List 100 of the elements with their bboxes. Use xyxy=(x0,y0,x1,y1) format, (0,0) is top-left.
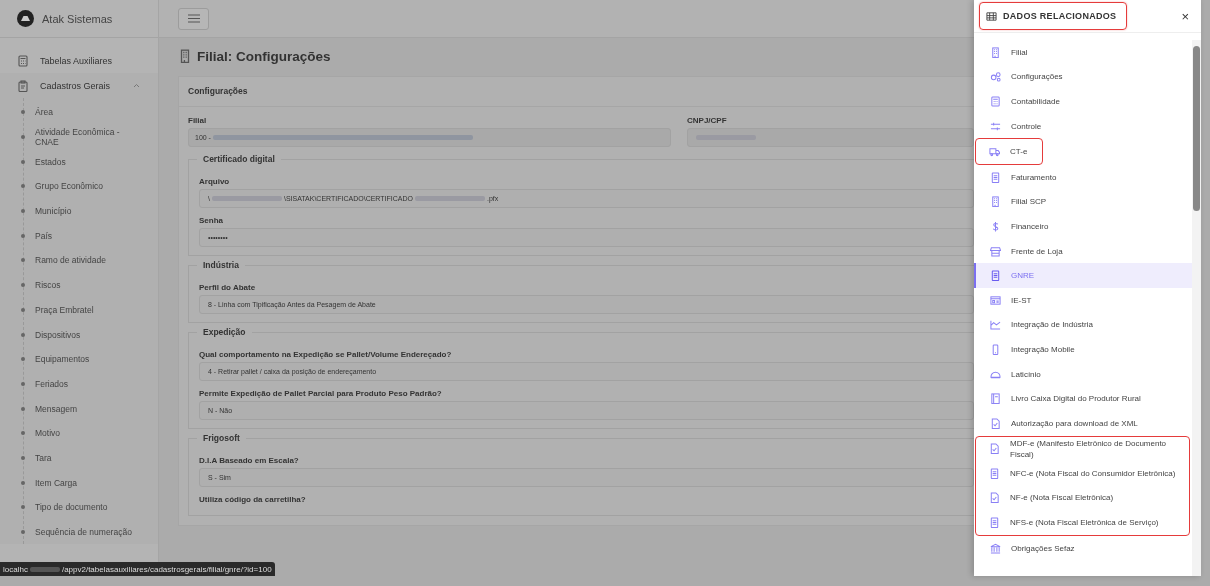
related-item[interactable]: Contabilidade xyxy=(974,89,1192,114)
sidebar-subitem[interactable]: Riscos xyxy=(35,280,135,291)
sidebar-subitem[interactable]: País xyxy=(35,230,135,241)
chart-icon xyxy=(990,319,1001,331)
building-icon xyxy=(178,49,192,63)
sidebar-subitem[interactable]: Dispositivos xyxy=(35,329,135,340)
section-title: Expedição xyxy=(197,327,252,337)
store-icon xyxy=(990,245,1001,257)
related-item[interactable]: Controle xyxy=(974,113,1192,139)
bullet-icon xyxy=(21,110,25,115)
field-label: Permite Expedição de Pallet Parcial para Produto Peso Padrão? xyxy=(199,389,442,398)
related-item[interactable]: Frente de Loja xyxy=(974,238,1192,264)
sidebar-subitem[interactable]: Feriados xyxy=(35,378,135,389)
calculator-icon xyxy=(17,54,29,67)
logo-icon xyxy=(17,10,34,27)
truck-icon xyxy=(989,146,1000,158)
related-item[interactable]: Filial xyxy=(974,40,1192,65)
bullet-icon xyxy=(21,357,25,362)
input-field[interactable] xyxy=(687,128,974,147)
sliders-icon xyxy=(990,120,1001,132)
sidebar-subitem[interactable]: Tipo de documento xyxy=(35,502,135,513)
related-item[interactable]: Integração Mobile xyxy=(974,337,1192,362)
sidebar-subitem[interactable]: Área xyxy=(35,107,135,118)
sidebar-subitem[interactable]: Praça Embratel xyxy=(35,304,135,315)
calculator-icon xyxy=(990,96,1001,107)
document-icon xyxy=(989,517,1000,529)
card-icon xyxy=(990,294,1001,306)
sidebar-subitem[interactable]: Ramo de atividade xyxy=(35,255,135,266)
redacted-text xyxy=(29,566,60,572)
related-item[interactable]: CT-e xyxy=(976,139,1042,164)
bank-icon xyxy=(990,542,1001,554)
related-item[interactable]: Filial SCP xyxy=(974,189,1192,215)
sidebar-subitem[interactable]: Grupo Econômico xyxy=(35,181,135,192)
bullet-icon xyxy=(21,233,25,238)
bullet-icon xyxy=(21,258,25,263)
related-item[interactable]: GNRE xyxy=(974,263,1192,288)
bullet-icon xyxy=(21,431,25,436)
dollar-icon xyxy=(990,220,1001,232)
document-icon xyxy=(990,171,1001,183)
field-label: Perfil do Abate xyxy=(199,283,256,292)
field-label: Senha xyxy=(199,216,223,225)
sidebar-subitem[interactable]: Mensagem xyxy=(35,403,135,414)
related-item[interactable]: Livro Caixa Digital do Produtor Rural xyxy=(974,386,1192,411)
related-item[interactable]: MDF-e (Manifesto Eletrônico de Documento Fiscal) xyxy=(976,436,1189,462)
page-title: Filial: Configurações xyxy=(197,48,331,64)
bullet-icon xyxy=(21,530,25,535)
sidebar-subitem[interactable]: Tara xyxy=(35,452,135,463)
bullet-icon xyxy=(21,480,25,485)
field-label: Qual comportamento na Expedição se Pallet/Volume Endereçado? xyxy=(199,350,452,359)
document-icon xyxy=(989,467,1000,479)
sidebar-subitem[interactable]: Sequência de numeração xyxy=(35,527,135,538)
sidebar-subitem[interactable]: Item Carga xyxy=(35,477,135,488)
phone-icon xyxy=(990,343,1001,355)
sidebar-subitem[interactable]: Atividade Econômica - CNAE xyxy=(35,127,135,148)
file-icon xyxy=(989,492,1000,504)
related-item[interactable]: Faturamento xyxy=(974,164,1192,190)
gears-icon xyxy=(990,71,1001,83)
bullet-icon xyxy=(21,307,25,312)
field-label: Arquivo xyxy=(199,177,230,186)
sidebar-subitem[interactable]: Estados xyxy=(35,156,135,167)
field-value: /appv2/tabelasauxiliares/cadastrosgerais/filial/gnre/?id=100 xyxy=(61,564,272,574)
close-button[interactable]: × xyxy=(1177,8,1193,24)
bullet-icon xyxy=(21,406,25,411)
related-item[interactable]: Integração de Indústria xyxy=(974,312,1192,338)
related-item[interactable]: Configurações xyxy=(974,64,1192,90)
sidebar-item[interactable]: Tabelas Auxiliares xyxy=(0,48,158,73)
bullet-icon xyxy=(21,283,25,288)
sidebar-item[interactable]: Cadastros Gerais xyxy=(0,73,158,98)
related-item[interactable]: Obrigações Sefaz xyxy=(974,535,1192,561)
field-label: Utiliza código da carretilha? xyxy=(199,495,306,504)
bullet-icon xyxy=(21,159,25,164)
related-item[interactable]: NFS-e (Nota Fiscal Eletrônica de Serviço) xyxy=(976,510,1189,535)
related-item[interactable]: NFC-e (Nota Fiscal do Consumidor Eletrônica) xyxy=(976,461,1189,486)
related-item[interactable]: Autorização para download de XML xyxy=(974,410,1192,436)
file-icon xyxy=(990,417,1001,429)
panel-title: DADOS RELACIONADOS xyxy=(979,2,1128,30)
bullet-icon xyxy=(21,209,25,214)
bullet-icon xyxy=(21,505,25,510)
table-icon xyxy=(986,10,997,22)
field-label: CNPJ/CPF xyxy=(687,116,727,125)
scrollbar-thumb[interactable] xyxy=(1193,46,1200,211)
related-item[interactable]: IE-ST xyxy=(974,287,1192,313)
sidebar-subitem[interactable]: Equipamentos xyxy=(35,354,135,365)
book-icon xyxy=(990,393,1001,405)
related-item[interactable]: Laticínio xyxy=(974,361,1192,387)
menu-button[interactable] xyxy=(178,7,209,30)
bullet-icon xyxy=(21,332,25,337)
document-icon xyxy=(990,270,1001,282)
bullet-icon xyxy=(21,455,25,460)
related-item[interactable]: Financeiro xyxy=(974,214,1192,239)
section-title: Frigosoft xyxy=(197,433,246,443)
sidebar-subitem[interactable]: Município xyxy=(35,206,135,217)
bullet-icon xyxy=(21,135,25,140)
file-icon xyxy=(989,443,1000,455)
field-label: Filial xyxy=(188,116,207,125)
related-item[interactable]: NF-e (Nota Fiscal Eletrônica) xyxy=(976,485,1189,511)
field-label: D.I.A Baseado em Escala? xyxy=(199,456,299,465)
scrollbar[interactable] xyxy=(1192,40,1201,576)
sidebar-subitem[interactable]: Motivo xyxy=(35,428,135,439)
section-title: Indústria xyxy=(197,260,245,270)
